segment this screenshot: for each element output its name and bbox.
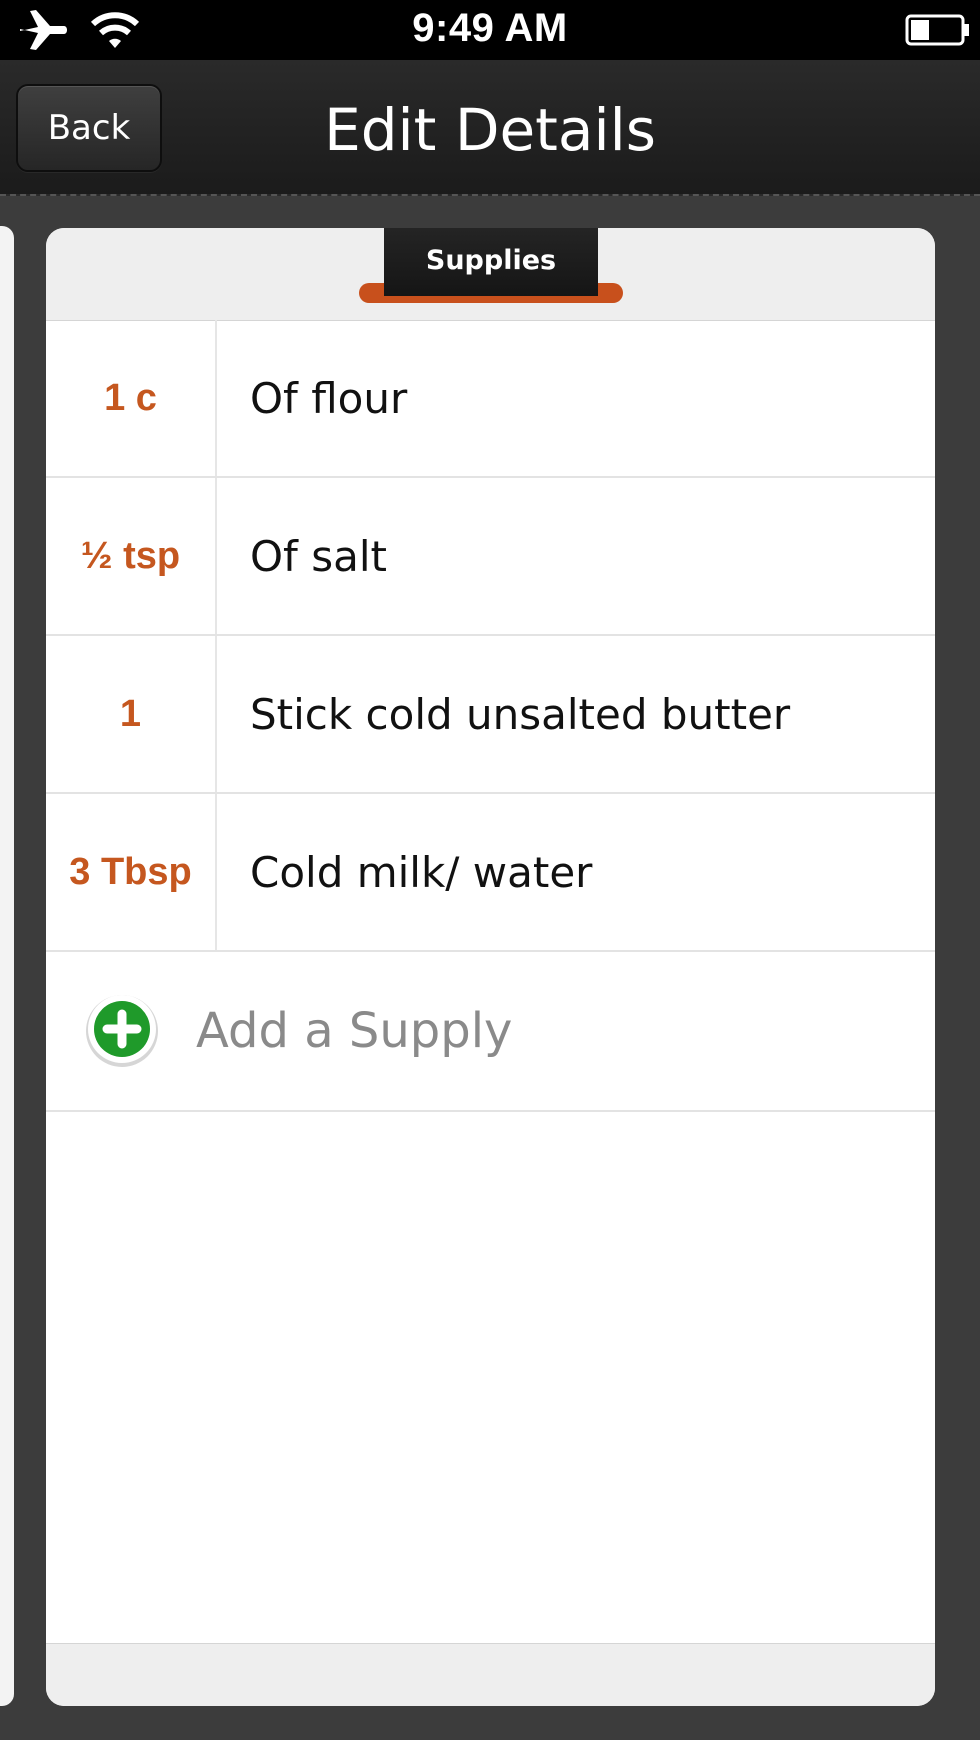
page-title: Edit Details [324, 96, 656, 164]
supply-name[interactable]: Stick cold unsalted butter [250, 636, 790, 792]
navigation-bar: Back Edit Details [0, 60, 980, 196]
card-header: Supplies [46, 228, 935, 321]
list-item[interactable]: 3 Tbsp Cold milk/ water [46, 794, 935, 952]
add-supply-label: Add a Supply [196, 1003, 513, 1059]
status-time: 9:49 AM [412, 6, 568, 50]
supply-name[interactable]: Of salt [250, 478, 387, 634]
add-supply-button[interactable]: Add a Supply [46, 952, 935, 1112]
supply-quantity[interactable]: 1 [46, 636, 217, 792]
tab-supplies[interactable]: Supplies [384, 228, 598, 296]
list-item[interactable]: ½ tsp Of salt [46, 478, 935, 636]
previous-card-edge[interactable] [0, 226, 14, 1706]
supply-quantity[interactable]: 3 Tbsp [46, 794, 217, 950]
supply-quantity[interactable]: ½ tsp [46, 478, 217, 634]
supply-list: 1 c Of flour ½ tsp Of salt 1 Stick cold … [46, 320, 935, 1112]
supply-name[interactable]: Of flour [250, 320, 407, 476]
card-footer [46, 1643, 935, 1706]
supplies-card: Supplies 1 c Of flour ½ tsp Of salt 1 St… [46, 228, 935, 1706]
supply-name[interactable]: Cold milk/ water [250, 794, 592, 950]
list-item[interactable]: 1 Stick cold unsalted butter [46, 636, 935, 794]
battery-icon [905, 14, 969, 46]
supply-quantity[interactable]: 1 c [46, 320, 217, 476]
plus-circle-icon [86, 995, 158, 1067]
status-bar: 9:49 AM [0, 0, 980, 60]
list-item[interactable]: 1 c Of flour [46, 320, 935, 478]
